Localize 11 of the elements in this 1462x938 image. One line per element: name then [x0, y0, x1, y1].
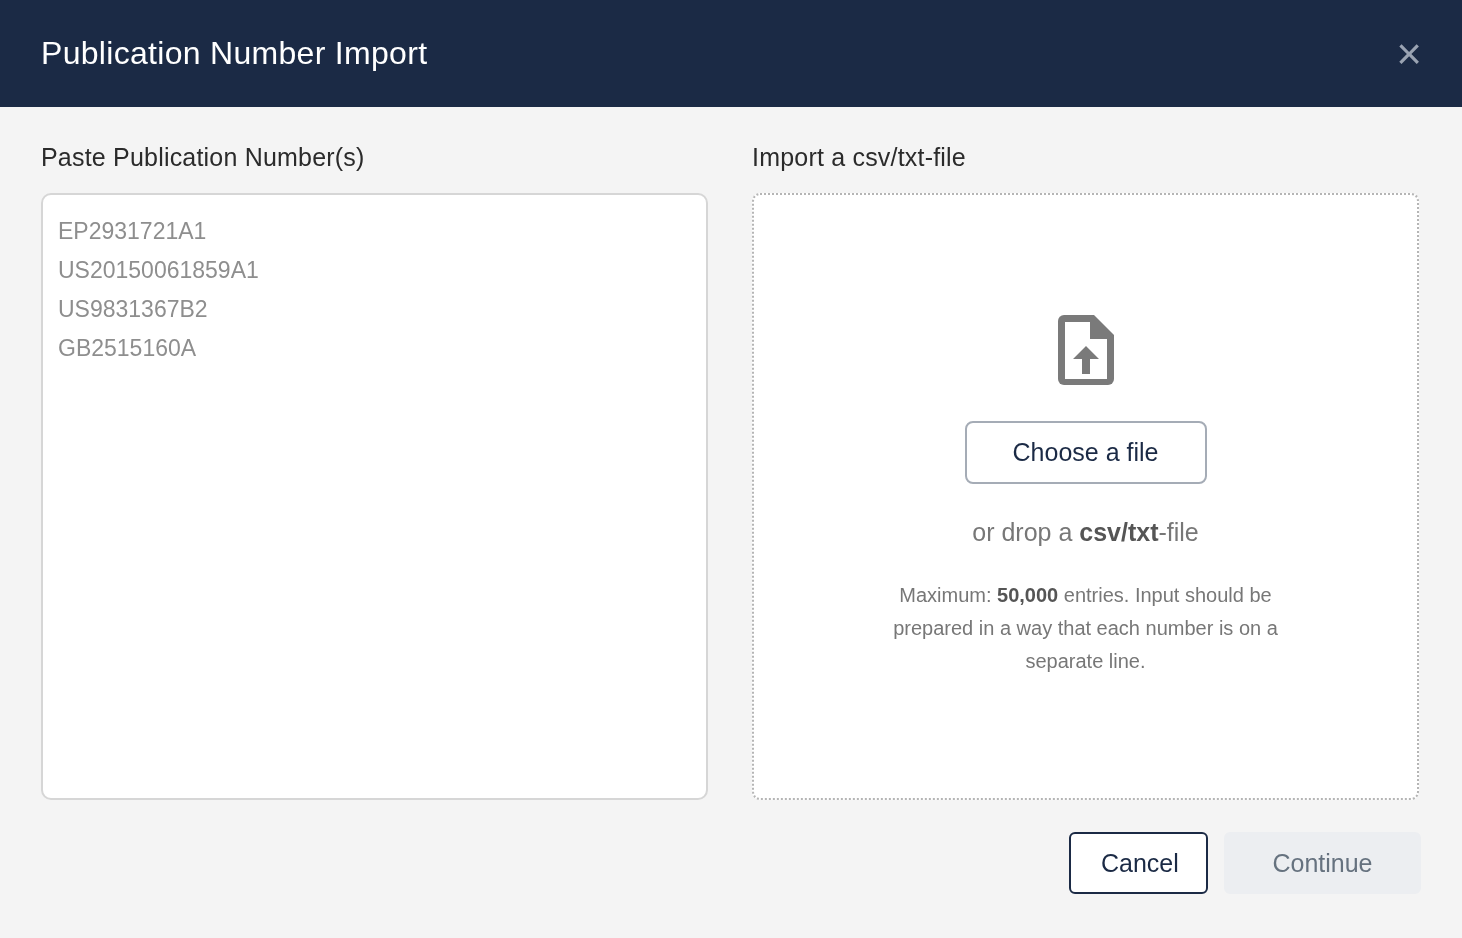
drop-hint: or drop a csv/txt-file — [972, 518, 1199, 547]
cancel-button[interactable]: Cancel — [1069, 832, 1208, 894]
paste-label: Paste Publication Number(s) — [41, 143, 366, 173]
import-note: Maximum: 50,000 entries. Input should be prepared in a way that each number is on a separate line. — [892, 583, 1279, 674]
import-label: Import a csv/txt-file — [752, 143, 967, 173]
choose-file-button[interactable]: Choose a file — [964, 421, 1207, 484]
close-button[interactable]: × — [1396, 31, 1422, 76]
dialog-title: Publication Number Import — [41, 35, 428, 72]
file-upload-icon — [1057, 315, 1114, 385]
publication-numbers-field[interactable]: EP2931721A1 US20150061859A1 US9831367B2 GB2515160A — [41, 193, 708, 800]
file-drop-zone[interactable]: Choose a file or drop a csv/txt-file Maximum: 50,000 entries. Input should be prepared in a way that each number is on a separate line. — [752, 193, 1419, 800]
